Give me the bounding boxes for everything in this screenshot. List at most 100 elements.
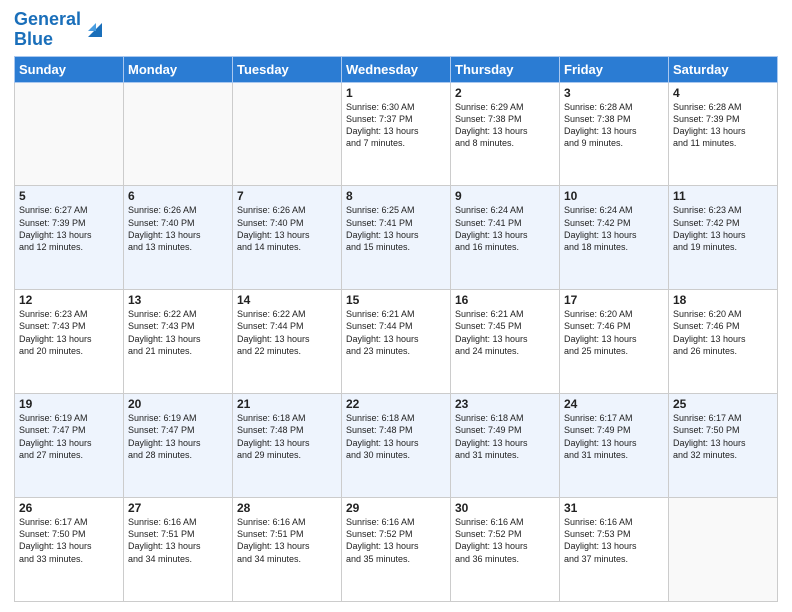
calendar-cell: 31Sunrise: 6:16 AM Sunset: 7:53 PM Dayli… xyxy=(560,498,669,602)
day-info: Sunrise: 6:16 AM Sunset: 7:51 PM Dayligh… xyxy=(237,516,337,565)
calendar-cell: 3Sunrise: 6:28 AM Sunset: 7:38 PM Daylig… xyxy=(560,82,669,186)
day-info: Sunrise: 6:22 AM Sunset: 7:44 PM Dayligh… xyxy=(237,308,337,357)
day-info: Sunrise: 6:16 AM Sunset: 7:52 PM Dayligh… xyxy=(346,516,446,565)
day-number: 21 xyxy=(237,397,337,411)
day-info: Sunrise: 6:21 AM Sunset: 7:44 PM Dayligh… xyxy=(346,308,446,357)
day-info: Sunrise: 6:16 AM Sunset: 7:51 PM Dayligh… xyxy=(128,516,228,565)
day-info: Sunrise: 6:30 AM Sunset: 7:37 PM Dayligh… xyxy=(346,101,446,150)
day-info: Sunrise: 6:25 AM Sunset: 7:41 PM Dayligh… xyxy=(346,204,446,253)
day-info: Sunrise: 6:23 AM Sunset: 7:43 PM Dayligh… xyxy=(19,308,119,357)
calendar-week-row: 19Sunrise: 6:19 AM Sunset: 7:47 PM Dayli… xyxy=(15,394,778,498)
calendar-header-sunday: Sunday xyxy=(15,56,124,82)
calendar-week-row: 12Sunrise: 6:23 AM Sunset: 7:43 PM Dayli… xyxy=(15,290,778,394)
day-info: Sunrise: 6:16 AM Sunset: 7:52 PM Dayligh… xyxy=(455,516,555,565)
calendar-header-saturday: Saturday xyxy=(669,56,778,82)
day-info: Sunrise: 6:19 AM Sunset: 7:47 PM Dayligh… xyxy=(128,412,228,461)
calendar-header-monday: Monday xyxy=(124,56,233,82)
day-info: Sunrise: 6:17 AM Sunset: 7:49 PM Dayligh… xyxy=(564,412,664,461)
day-info: Sunrise: 6:17 AM Sunset: 7:50 PM Dayligh… xyxy=(673,412,773,461)
day-number: 7 xyxy=(237,189,337,203)
day-info: Sunrise: 6:23 AM Sunset: 7:42 PM Dayligh… xyxy=(673,204,773,253)
calendar-week-row: 1Sunrise: 6:30 AM Sunset: 7:37 PM Daylig… xyxy=(15,82,778,186)
day-number: 19 xyxy=(19,397,119,411)
calendar-cell: 16Sunrise: 6:21 AM Sunset: 7:45 PM Dayli… xyxy=(451,290,560,394)
day-number: 23 xyxy=(455,397,555,411)
day-info: Sunrise: 6:27 AM Sunset: 7:39 PM Dayligh… xyxy=(19,204,119,253)
day-info: Sunrise: 6:21 AM Sunset: 7:45 PM Dayligh… xyxy=(455,308,555,357)
day-number: 10 xyxy=(564,189,664,203)
day-info: Sunrise: 6:19 AM Sunset: 7:47 PM Dayligh… xyxy=(19,412,119,461)
calendar-cell xyxy=(15,82,124,186)
calendar-cell: 30Sunrise: 6:16 AM Sunset: 7:52 PM Dayli… xyxy=(451,498,560,602)
day-number: 17 xyxy=(564,293,664,307)
calendar-cell: 18Sunrise: 6:20 AM Sunset: 7:46 PM Dayli… xyxy=(669,290,778,394)
day-number: 15 xyxy=(346,293,446,307)
logo-text: GeneralBlue xyxy=(14,10,81,50)
day-number: 25 xyxy=(673,397,773,411)
calendar-cell: 26Sunrise: 6:17 AM Sunset: 7:50 PM Dayli… xyxy=(15,498,124,602)
calendar-cell: 28Sunrise: 6:16 AM Sunset: 7:51 PM Dayli… xyxy=(233,498,342,602)
day-number: 13 xyxy=(128,293,228,307)
day-number: 2 xyxy=(455,86,555,100)
day-info: Sunrise: 6:28 AM Sunset: 7:39 PM Dayligh… xyxy=(673,101,773,150)
calendar-cell: 19Sunrise: 6:19 AM Sunset: 7:47 PM Dayli… xyxy=(15,394,124,498)
calendar-header-thursday: Thursday xyxy=(451,56,560,82)
calendar-cell: 12Sunrise: 6:23 AM Sunset: 7:43 PM Dayli… xyxy=(15,290,124,394)
day-number: 5 xyxy=(19,189,119,203)
calendar-cell: 13Sunrise: 6:22 AM Sunset: 7:43 PM Dayli… xyxy=(124,290,233,394)
calendar-cell: 21Sunrise: 6:18 AM Sunset: 7:48 PM Dayli… xyxy=(233,394,342,498)
day-number: 12 xyxy=(19,293,119,307)
day-number: 27 xyxy=(128,501,228,515)
calendar-cell: 27Sunrise: 6:16 AM Sunset: 7:51 PM Dayli… xyxy=(124,498,233,602)
calendar-header-tuesday: Tuesday xyxy=(233,56,342,82)
day-number: 14 xyxy=(237,293,337,307)
calendar-cell: 4Sunrise: 6:28 AM Sunset: 7:39 PM Daylig… xyxy=(669,82,778,186)
day-info: Sunrise: 6:20 AM Sunset: 7:46 PM Dayligh… xyxy=(673,308,773,357)
day-number: 22 xyxy=(346,397,446,411)
day-info: Sunrise: 6:24 AM Sunset: 7:41 PM Dayligh… xyxy=(455,204,555,253)
day-number: 4 xyxy=(673,86,773,100)
day-info: Sunrise: 6:26 AM Sunset: 7:40 PM Dayligh… xyxy=(128,204,228,253)
day-number: 31 xyxy=(564,501,664,515)
day-info: Sunrise: 6:26 AM Sunset: 7:40 PM Dayligh… xyxy=(237,204,337,253)
calendar-cell xyxy=(124,82,233,186)
calendar-cell: 5Sunrise: 6:27 AM Sunset: 7:39 PM Daylig… xyxy=(15,186,124,290)
day-info: Sunrise: 6:18 AM Sunset: 7:48 PM Dayligh… xyxy=(346,412,446,461)
calendar-cell: 25Sunrise: 6:17 AM Sunset: 7:50 PM Dayli… xyxy=(669,394,778,498)
calendar-cell: 22Sunrise: 6:18 AM Sunset: 7:48 PM Dayli… xyxy=(342,394,451,498)
day-number: 29 xyxy=(346,501,446,515)
calendar-cell: 1Sunrise: 6:30 AM Sunset: 7:37 PM Daylig… xyxy=(342,82,451,186)
day-info: Sunrise: 6:20 AM Sunset: 7:46 PM Dayligh… xyxy=(564,308,664,357)
day-number: 9 xyxy=(455,189,555,203)
page: GeneralBlue SundayMondayTuesdayWednesday… xyxy=(0,0,792,612)
day-info: Sunrise: 6:24 AM Sunset: 7:42 PM Dayligh… xyxy=(564,204,664,253)
calendar-cell: 2Sunrise: 6:29 AM Sunset: 7:38 PM Daylig… xyxy=(451,82,560,186)
calendar-cell xyxy=(669,498,778,602)
calendar-cell: 10Sunrise: 6:24 AM Sunset: 7:42 PM Dayli… xyxy=(560,186,669,290)
calendar-header-wednesday: Wednesday xyxy=(342,56,451,82)
day-number: 6 xyxy=(128,189,228,203)
header: GeneralBlue xyxy=(14,10,778,50)
calendar-cell: 17Sunrise: 6:20 AM Sunset: 7:46 PM Dayli… xyxy=(560,290,669,394)
calendar-table: SundayMondayTuesdayWednesdayThursdayFrid… xyxy=(14,56,778,602)
day-number: 30 xyxy=(455,501,555,515)
calendar-cell: 23Sunrise: 6:18 AM Sunset: 7:49 PM Dayli… xyxy=(451,394,560,498)
day-number: 18 xyxy=(673,293,773,307)
day-number: 16 xyxy=(455,293,555,307)
day-info: Sunrise: 6:17 AM Sunset: 7:50 PM Dayligh… xyxy=(19,516,119,565)
calendar-cell: 6Sunrise: 6:26 AM Sunset: 7:40 PM Daylig… xyxy=(124,186,233,290)
calendar-cell: 9Sunrise: 6:24 AM Sunset: 7:41 PM Daylig… xyxy=(451,186,560,290)
day-info: Sunrise: 6:22 AM Sunset: 7:43 PM Dayligh… xyxy=(128,308,228,357)
calendar-cell: 14Sunrise: 6:22 AM Sunset: 7:44 PM Dayli… xyxy=(233,290,342,394)
calendar-header-row: SundayMondayTuesdayWednesdayThursdayFrid… xyxy=(15,56,778,82)
calendar-cell: 24Sunrise: 6:17 AM Sunset: 7:49 PM Dayli… xyxy=(560,394,669,498)
logo-icon xyxy=(84,17,106,39)
day-info: Sunrise: 6:18 AM Sunset: 7:48 PM Dayligh… xyxy=(237,412,337,461)
calendar-cell: 29Sunrise: 6:16 AM Sunset: 7:52 PM Dayli… xyxy=(342,498,451,602)
day-info: Sunrise: 6:28 AM Sunset: 7:38 PM Dayligh… xyxy=(564,101,664,150)
day-number: 20 xyxy=(128,397,228,411)
day-number: 3 xyxy=(564,86,664,100)
calendar-week-row: 5Sunrise: 6:27 AM Sunset: 7:39 PM Daylig… xyxy=(15,186,778,290)
calendar-cell: 20Sunrise: 6:19 AM Sunset: 7:47 PM Dayli… xyxy=(124,394,233,498)
logo: GeneralBlue xyxy=(14,10,106,50)
